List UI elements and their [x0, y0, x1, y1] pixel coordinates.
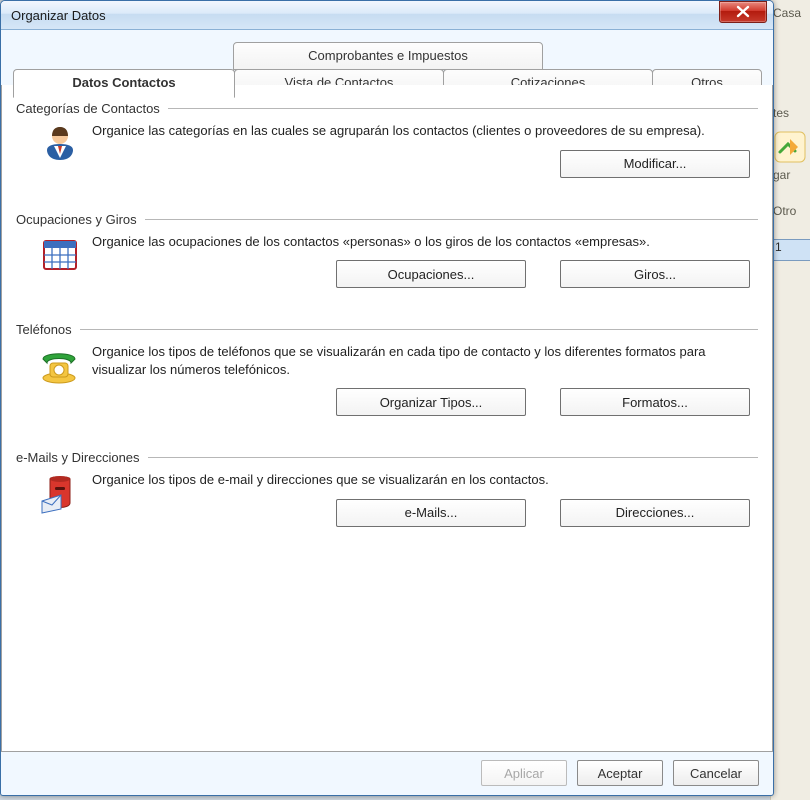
group-divider: [168, 108, 758, 109]
formatos-button[interactable]: Formatos...: [560, 388, 750, 416]
emails-button[interactable]: e-Mails...: [336, 499, 526, 527]
group-emails: e-Mails y Direcciones Org: [16, 450, 758, 527]
group-divider: [80, 329, 758, 330]
aplicar-button: Aplicar: [481, 760, 567, 786]
bg-tool-icon: [773, 130, 809, 166]
telephone-icon: [38, 343, 82, 385]
group-desc-telefonos: Organice los tipos de teléfonos que se v…: [92, 343, 758, 378]
close-icon: [734, 3, 752, 20]
titlebar[interactable]: Organizar Datos: [1, 1, 773, 30]
group-title-emails: e-Mails y Direcciones: [16, 450, 148, 465]
group-divider: [145, 219, 758, 220]
group-ocupaciones: Ocupaciones y Giros: [16, 212, 758, 289]
bg-text-4: Otro: [773, 204, 796, 218]
calendar-grid-icon: [38, 233, 82, 275]
tab-panel-datos-contactos: Categorías de Contactos O: [1, 85, 773, 752]
background-app: Casa tes gar Otro 1: [770, 0, 810, 800]
group-divider: [148, 457, 758, 458]
group-title-ocupaciones: Ocupaciones y Giros: [16, 212, 145, 227]
group-desc-emails: Organice los tipos de e-mail y direccion…: [92, 471, 758, 489]
bg-text-2: tes: [773, 106, 789, 120]
mailbox-icon: [38, 471, 82, 515]
ocupaciones-button[interactable]: Ocupaciones...: [336, 260, 526, 288]
organizar-tipos-button[interactable]: Organizar Tipos...: [336, 388, 526, 416]
close-button[interactable]: [719, 1, 767, 23]
bg-grid-cell: 1: [771, 239, 810, 261]
group-telefonos: Teléfonos Organice los tipos de teléfono: [16, 322, 758, 416]
giros-button[interactable]: Giros...: [560, 260, 750, 288]
group-desc-ocupaciones: Organice las ocupaciones de los contacto…: [92, 233, 758, 251]
group-title-categorias: Categorías de Contactos: [16, 101, 168, 116]
dialog-button-row: Aplicar Aceptar Cancelar: [481, 760, 759, 786]
bg-text-3: gar: [773, 168, 790, 182]
tab-comprobantes[interactable]: Comprobantes e Impuestos: [233, 42, 543, 70]
tab-datos-contactos[interactable]: Datos Contactos: [13, 69, 235, 98]
window-title: Organizar Datos: [11, 8, 719, 23]
bg-text-1: Casa: [773, 6, 801, 20]
dialog-window: Organizar Datos Comprobantes e Impuestos…: [0, 0, 774, 796]
modificar-button[interactable]: Modificar...: [560, 150, 750, 178]
group-title-telefonos: Teléfonos: [16, 322, 80, 337]
cancelar-button[interactable]: Cancelar: [673, 760, 759, 786]
aceptar-button[interactable]: Aceptar: [577, 760, 663, 786]
group-categorias: Categorías de Contactos O: [16, 101, 758, 178]
contact-person-icon: [38, 122, 82, 164]
group-desc-categorias: Organice las categorías en las cuales se…: [92, 122, 758, 140]
direcciones-button[interactable]: Direcciones...: [560, 499, 750, 527]
